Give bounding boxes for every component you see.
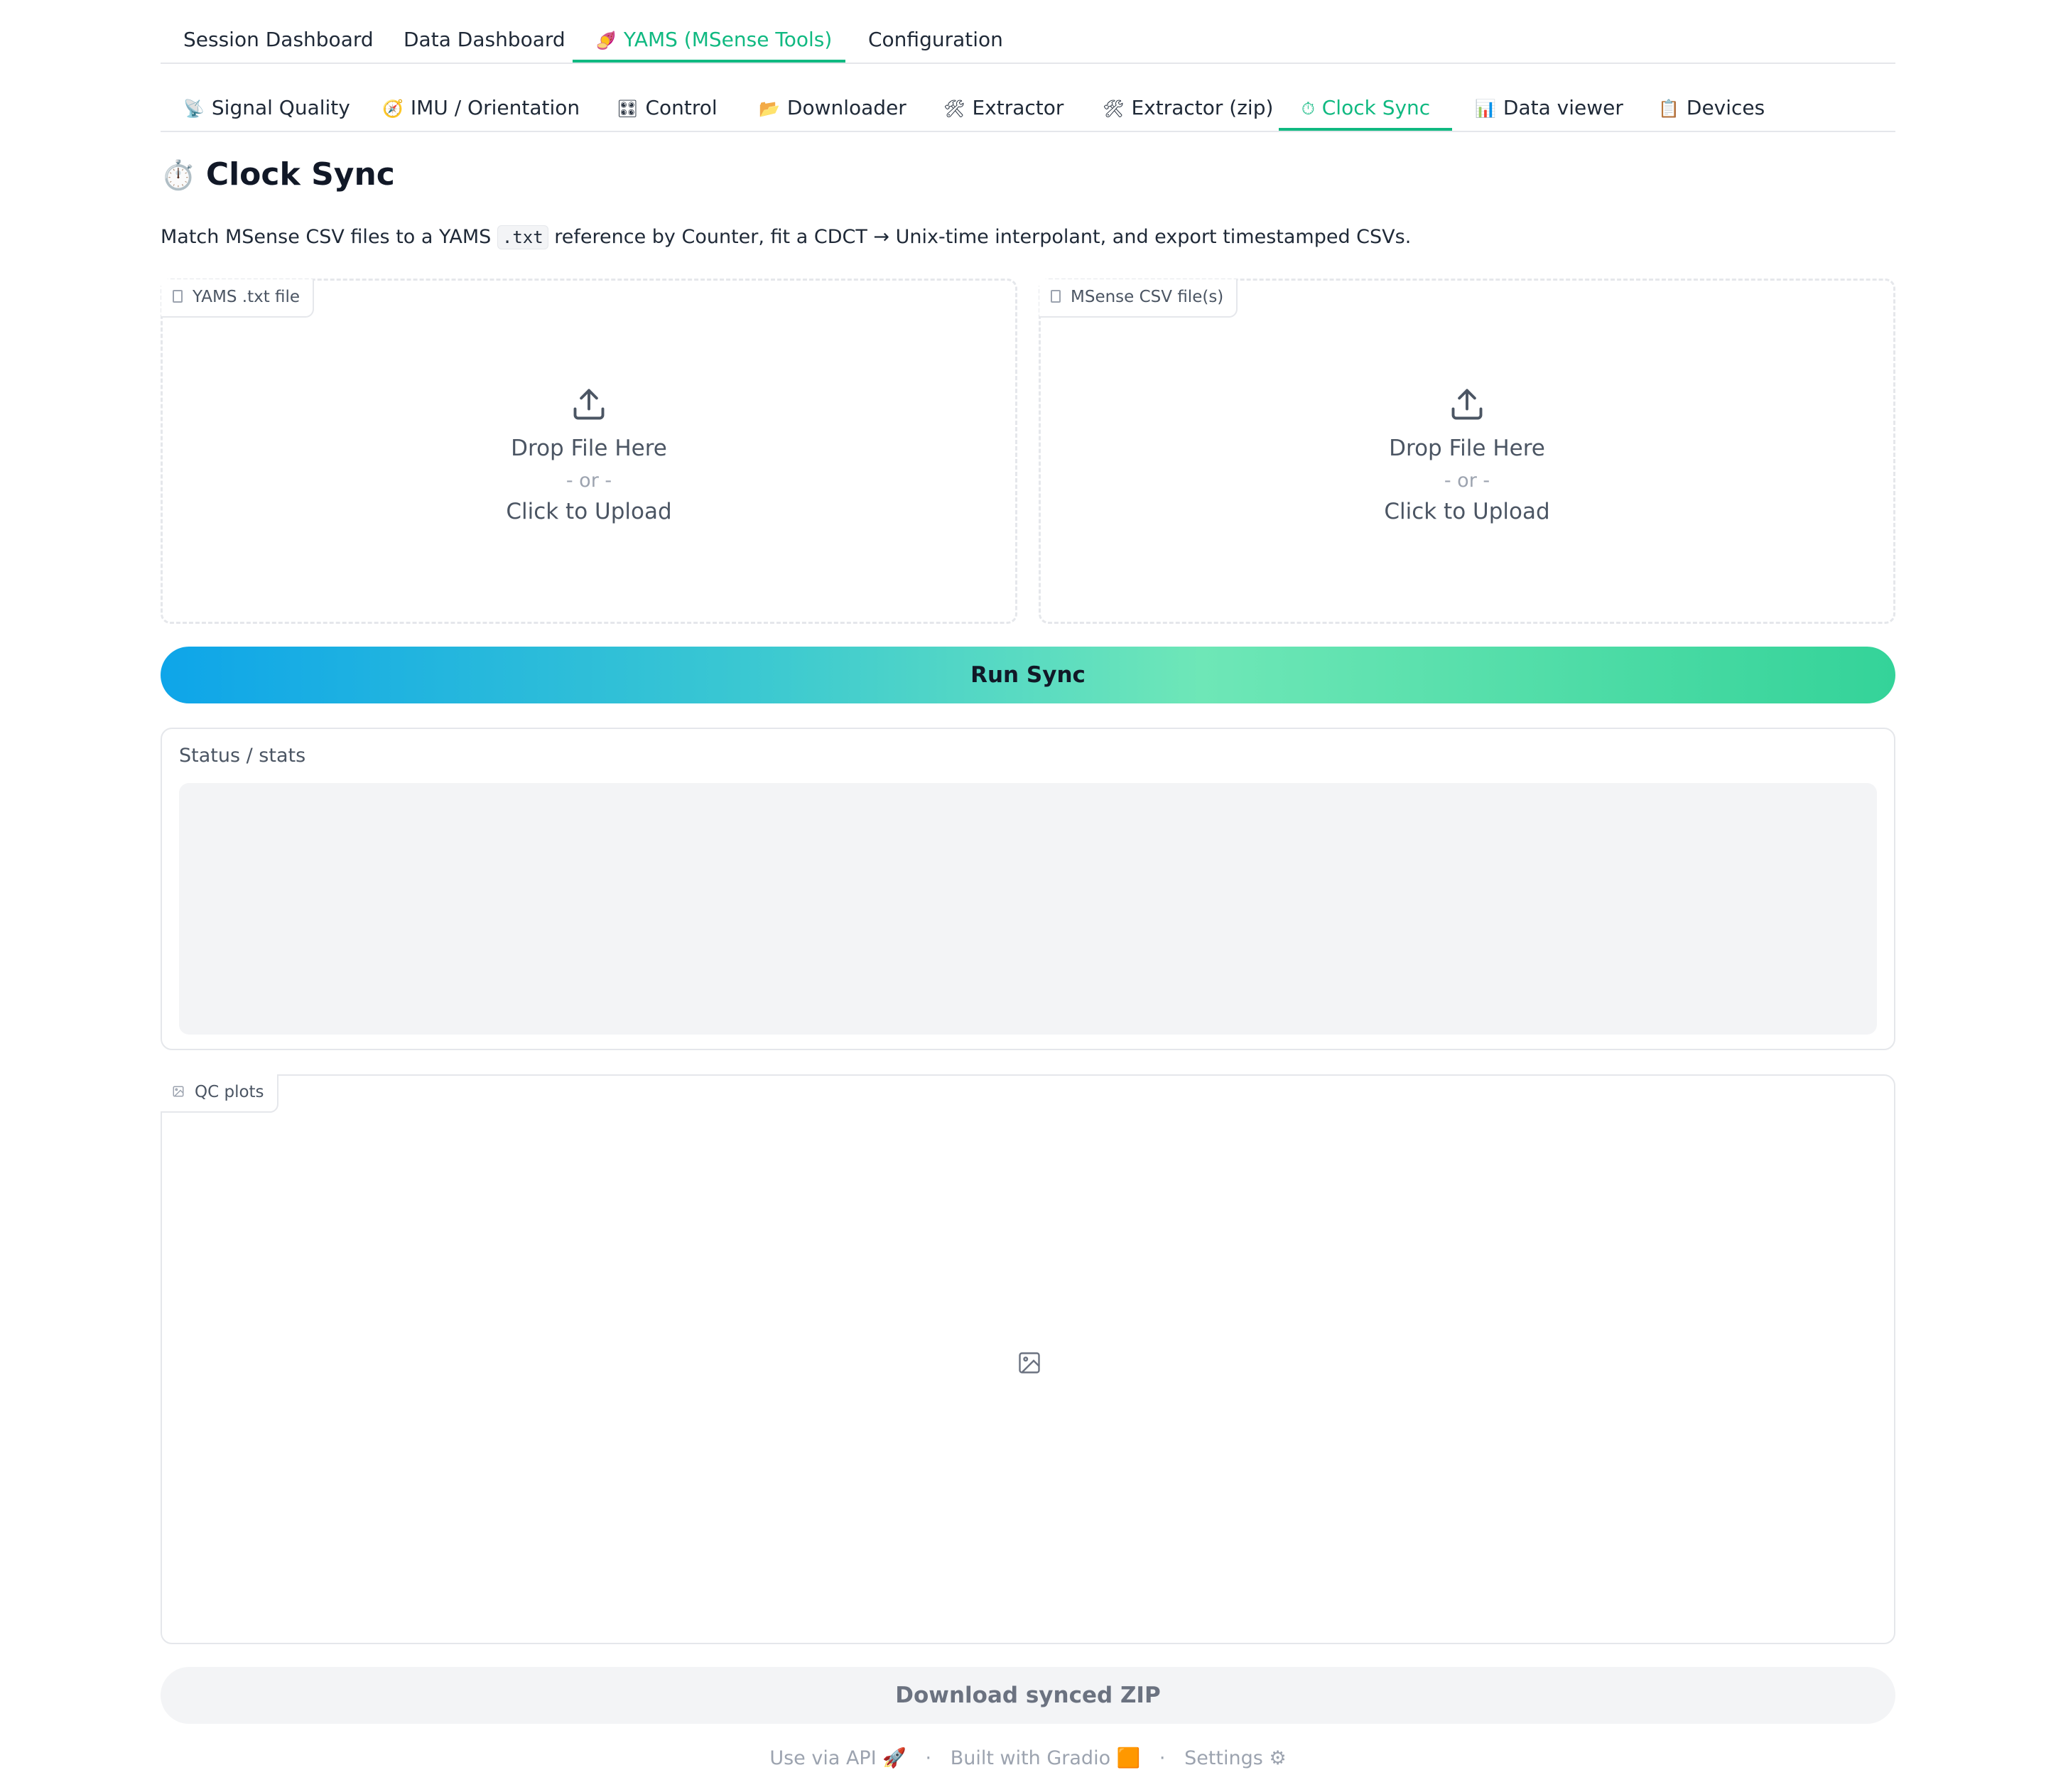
image-placeholder-icon [1019, 1352, 1040, 1373]
msense-upload-label-text: MSense CSV file(s) [1071, 288, 1224, 306]
tab-label: Downloader [786, 96, 906, 119]
control-knobs-icon: 🎛 [617, 99, 639, 119]
yams-upload-label-text: YAMS .txt file [193, 288, 301, 306]
settings-text: Settings [1184, 1747, 1263, 1769]
tab-control[interactable]: 🎛 Control [594, 88, 740, 131]
yams-upload-dropzone[interactable]: Drop File Here - or - Click to Upload [163, 386, 1015, 524]
desc-text-end: reference by Counter, fit a CDCT → Unix-… [548, 226, 1412, 248]
page-title-text: Clock Sync [205, 156, 395, 193]
tab-imu-orientation[interactable]: 🧭 IMU / Orientation [359, 88, 602, 131]
tools-icon: 🛠 [943, 99, 965, 119]
tab-signal-quality[interactable]: 📡 Signal Quality [161, 88, 373, 131]
tab-label: Data viewer [1503, 96, 1623, 119]
tab-label: Extractor (zip) [1131, 96, 1274, 119]
file-icon [173, 289, 183, 303]
yams-upload-label: YAMS .txt file [161, 279, 315, 318]
status-stats-textbox[interactable] [179, 783, 1877, 1035]
sub-tab-bar: 📡 Signal Quality 🧭 IMU / Orientation 🎛 Cont… [161, 88, 1895, 132]
footer-separator: · [1159, 1747, 1166, 1769]
gradio-logo-icon: 🟧 [1116, 1747, 1141, 1769]
footer: Use via API 🚀 · Built with Gradio 🟧 · Se… [161, 1747, 1895, 1769]
bar-chart-icon: 📊 [1475, 99, 1496, 119]
yams-file-upload[interactable]: YAMS .txt file Drop File Here - or - Cli… [161, 279, 1017, 624]
built-with-gradio-text: Built with Gradio [950, 1747, 1111, 1769]
status-stats-panel: Status / stats [161, 728, 1895, 1050]
desc-code-txt: .txt [497, 225, 548, 249]
or-text: - or - [565, 470, 612, 492]
qc-plots-label-text: QC plots [195, 1083, 264, 1101]
or-text: - or - [1444, 470, 1490, 492]
tab-label: Data Dashboard [404, 28, 565, 51]
desc-text-start: Match MSense CSV files to a YAMS [161, 226, 497, 248]
tab-configuration[interactable]: Configuration [845, 20, 1026, 63]
page-title: ⏱️ Clock Sync [161, 156, 395, 193]
click-to-upload-text: Click to Upload [1384, 499, 1550, 524]
satellite-icon: 📡 [183, 99, 205, 119]
tab-data-dashboard[interactable]: Data Dashboard [381, 20, 588, 63]
gear-icon: ⚙ [1269, 1747, 1287, 1769]
settings-link[interactable]: Settings ⚙ [1184, 1747, 1287, 1769]
tools-icon: 🛠 [1103, 99, 1125, 119]
top-tab-bar: Session Dashboard Data Dashboard 🍠 YAMS (… [161, 20, 1895, 64]
tab-devices[interactable]: 📋 Devices [1635, 88, 1787, 131]
tab-extractor-zip[interactable]: 🛠 Extractor (zip) [1080, 88, 1296, 131]
tab-label: YAMS (MSense Tools) [623, 28, 833, 51]
tab-label: Signal Quality [211, 96, 350, 119]
tab-label: Clock Sync [1321, 96, 1431, 119]
drop-file-text: Drop File Here [1389, 436, 1545, 461]
folder-icon: 📂 [759, 99, 780, 119]
tab-label: Control [645, 96, 718, 119]
tab-data-viewer[interactable]: 📊 Data viewer [1452, 88, 1646, 131]
msense-csv-upload[interactable]: MSense CSV file(s) Drop File Here - or -… [1039, 279, 1895, 624]
tab-yams-msense-tools[interactable]: 🍠 YAMS (MSense Tools) [573, 20, 845, 63]
tab-extractor[interactable]: 🛠 Extractor [921, 88, 1086, 131]
qc-plots-label: QC plots [161, 1074, 278, 1113]
tab-label: Configuration [868, 28, 1003, 51]
status-stats-label: Status / stats [179, 745, 306, 767]
tab-label: Devices [1686, 96, 1765, 119]
upload-icon [1451, 389, 1483, 420]
use-via-api-text: Use via API [769, 1747, 877, 1769]
run-sync-button[interactable]: Run Sync [161, 647, 1895, 703]
msense-upload-dropzone[interactable]: Drop File Here - or - Click to Upload [1041, 386, 1893, 524]
rocket-icon: 🚀 [882, 1747, 906, 1769]
use-via-api-link[interactable]: Use via API 🚀 [769, 1747, 906, 1769]
upload-icon [573, 389, 605, 420]
image-icon [173, 1086, 184, 1096]
built-with-gradio-link[interactable]: Built with Gradio 🟧 [951, 1747, 1141, 1769]
stopwatch-icon: ⏱ [1301, 99, 1315, 119]
tab-label: Session Dashboard [183, 28, 374, 51]
download-synced-zip-button[interactable]: Download synced ZIP [161, 1667, 1895, 1724]
tab-clock-sync[interactable]: ⏱ Clock Sync [1279, 88, 1452, 131]
msense-upload-label: MSense CSV file(s) [1039, 279, 1238, 318]
stopwatch-icon: ⏱️ [161, 159, 196, 192]
page-description: Match MSense CSV files to a YAMS .txt re… [161, 225, 1412, 249]
tab-session-dashboard[interactable]: Session Dashboard [161, 20, 396, 63]
file-icon [1051, 289, 1061, 303]
click-to-upload-text: Click to Upload [506, 499, 672, 524]
tab-label: Extractor [972, 96, 1064, 119]
sweet-potato-icon: 🍠 [595, 31, 617, 50]
footer-separator: · [925, 1747, 932, 1769]
clipboard-icon: 📋 [1658, 99, 1679, 119]
qc-plots-panel: QC plots [161, 1074, 1895, 1644]
tab-label: IMU / Orientation [410, 96, 580, 119]
drop-file-text: Drop File Here [511, 436, 667, 461]
tab-downloader[interactable]: 📂 Downloader [736, 88, 929, 131]
compass-icon: 🧭 [382, 99, 404, 119]
